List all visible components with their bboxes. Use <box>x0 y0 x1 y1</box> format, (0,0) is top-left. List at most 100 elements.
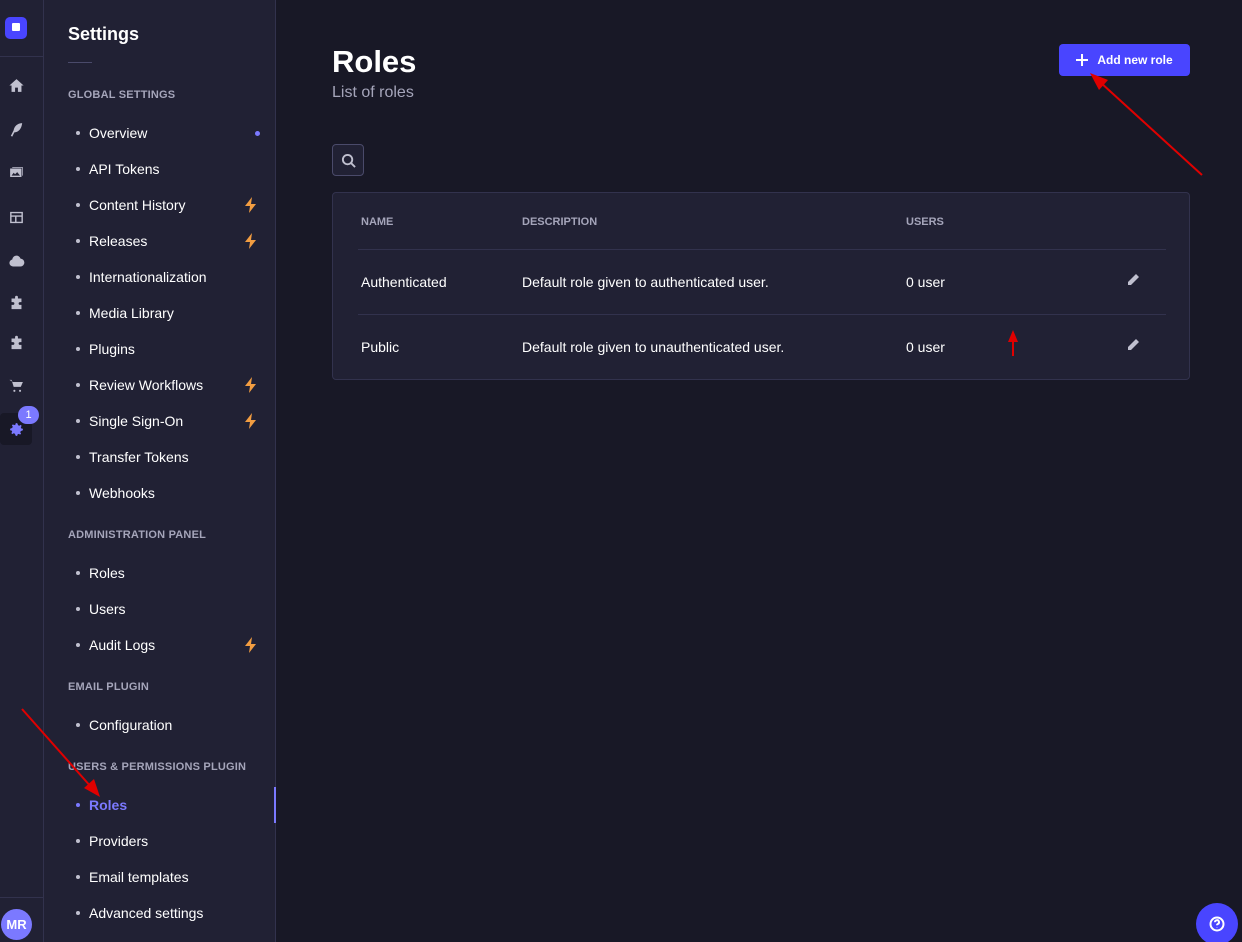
section-label-global: GLOBAL SETTINGS <box>68 89 176 101</box>
column-header-users[interactable]: USERS <box>906 216 944 228</box>
nav-item-label: Configuration <box>89 717 173 733</box>
nav-item-users[interactable]: Users <box>68 594 276 624</box>
nav-item-configuration[interactable]: Configuration <box>68 710 276 740</box>
lightning-icon <box>244 413 258 429</box>
nav-item-review-workflows[interactable]: Review Workflows <box>68 370 276 400</box>
bullet <box>76 911 80 915</box>
bullet <box>76 311 80 315</box>
new-indicator-dot <box>255 130 260 136</box>
nav-item-providers[interactable]: Providers <box>68 826 276 856</box>
section-label-users-permissions: USERS & PERMISSIONS PLUGIN <box>68 761 247 773</box>
help-button[interactable] <box>1196 903 1238 942</box>
bullet <box>76 347 80 351</box>
nav-item-label: Users <box>89 601 126 617</box>
nav-item-label: Transfer Tokens <box>89 449 189 465</box>
nav-item-label: API Tokens <box>89 161 160 177</box>
role-description: Default role given to authenticated user… <box>522 274 769 290</box>
role-name: Public <box>361 339 400 355</box>
add-new-role-button[interactable]: Add new role <box>1059 44 1190 76</box>
row-divider <box>358 249 1166 250</box>
nav-item-api-tokens[interactable]: API Tokens <box>68 154 276 184</box>
bullet <box>76 203 80 207</box>
nav-item-audit-logs[interactable]: Audit Logs <box>68 630 276 660</box>
nav-item-content-history[interactable]: Content History <box>68 190 276 220</box>
question-icon <box>1209 916 1225 932</box>
page-title: Roles <box>332 44 417 79</box>
nav-item-webhooks[interactable]: Webhooks <box>68 478 276 508</box>
nav-item-releases[interactable]: Releases <box>68 226 276 256</box>
main-nav-rail: 1 MR <box>0 0 44 942</box>
nav-item-overview[interactable]: Overview <box>68 118 276 148</box>
nav-item-label: Review Workflows <box>89 377 204 393</box>
bullet <box>76 167 80 171</box>
role-description: Default role given to unauthenticated us… <box>522 339 785 355</box>
active-item-indicator <box>274 787 276 823</box>
row-divider <box>358 314 1166 315</box>
bullet <box>76 455 80 459</box>
column-header-name[interactable]: NAME <box>361 216 393 228</box>
roles-table: NAME DESCRIPTION USERS Authenticated Def… <box>332 192 1190 380</box>
lightning-icon <box>244 197 258 213</box>
page-subtitle: List of roles <box>332 84 414 101</box>
search-icon <box>341 153 356 168</box>
rail-divider <box>0 56 44 57</box>
user-avatar[interactable]: MR <box>1 909 32 940</box>
bullet <box>76 723 80 727</box>
pencil-icon[interactable] <box>1126 338 1140 352</box>
pencil-icon[interactable] <box>1126 273 1140 287</box>
nav-item-label: Webhooks <box>89 485 155 501</box>
nav-item-label: Overview <box>89 125 148 141</box>
search-button[interactable] <box>332 144 364 176</box>
nav-item-up-roles[interactable]: Roles <box>68 790 276 820</box>
settings-subnav: Settings GLOBAL SETTINGS Overview API To… <box>44 0 276 942</box>
nav-item-label: Plugins <box>89 341 135 357</box>
images-icon[interactable] <box>0 157 32 189</box>
nav-item-label: Releases <box>89 233 148 249</box>
home-icon[interactable] <box>0 69 32 101</box>
puzzle-icon[interactable] <box>0 287 32 319</box>
nav-item-email-templates[interactable]: Email templates <box>68 862 276 892</box>
bullet <box>76 571 80 575</box>
nav-item-label: Single Sign-On <box>89 413 184 429</box>
nav-item-advanced-settings[interactable]: Advanced settings <box>68 898 276 928</box>
app-logo[interactable] <box>5 17 27 39</box>
bullet <box>76 839 80 843</box>
bullet <box>76 131 80 135</box>
nav-item-single-sign-on[interactable]: Single Sign-On <box>68 406 276 436</box>
nav-item-label: Roles <box>89 797 128 813</box>
subnav-title: Settings <box>68 24 140 44</box>
bullet <box>76 419 80 423</box>
nav-item-label: Media Library <box>89 305 174 321</box>
bullet <box>76 239 80 243</box>
bullet <box>76 383 80 387</box>
cloud-icon[interactable] <box>0 245 32 277</box>
nav-item-plugins[interactable]: Plugins <box>68 334 276 364</box>
nav-item-label: Advanced settings <box>89 905 204 921</box>
bullet <box>76 491 80 495</box>
bullet <box>76 803 80 807</box>
nav-item-transfer-tokens[interactable]: Transfer Tokens <box>68 442 276 472</box>
role-users: 0 user <box>906 339 945 355</box>
annotation-arrow <box>1090 73 1203 176</box>
cart-icon[interactable] <box>0 369 32 401</box>
role-users: 0 user <box>906 274 945 290</box>
bullet <box>76 275 80 279</box>
nav-item-label: Roles <box>89 565 125 581</box>
column-header-description[interactable]: DESCRIPTION <box>522 216 597 228</box>
nav-item-media-library[interactable]: Media Library <box>68 298 276 328</box>
lightning-icon <box>244 637 258 653</box>
layout-icon[interactable] <box>0 201 32 233</box>
nav-item-internationalization[interactable]: Internationalization <box>68 262 276 292</box>
bullet <box>76 643 80 647</box>
lightning-icon <box>244 233 258 249</box>
nav-item-label: Content History <box>89 197 186 213</box>
nav-item-label: Email templates <box>89 869 189 885</box>
rail-divider <box>0 897 44 898</box>
section-label-email: EMAIL PLUGIN <box>68 681 150 693</box>
plus-icon <box>1076 54 1089 66</box>
feather-icon[interactable] <box>0 113 32 145</box>
notification-badge: 1 <box>18 406 39 424</box>
puzzle-icon[interactable] <box>0 327 32 359</box>
nav-item-admin-roles[interactable]: Roles <box>68 558 276 588</box>
subnav-divider <box>68 62 92 63</box>
